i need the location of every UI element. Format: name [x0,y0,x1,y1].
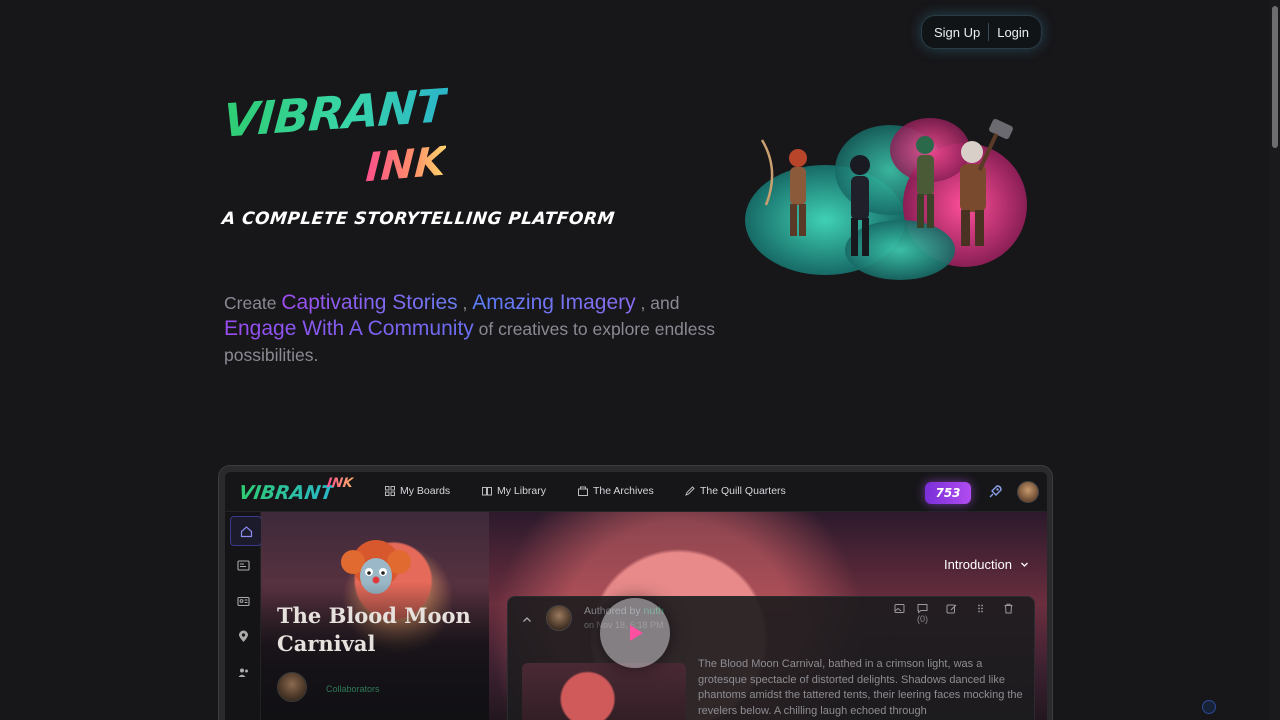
pen-icon [685,486,695,496]
comment-count: (0) [917,614,928,624]
sidebar-item-people[interactable] [231,660,255,684]
edit-icon [946,604,957,614]
drag-handle-icon [978,604,983,613]
story-title: The Blood Moon Carnival [277,603,471,656]
video-play-button[interactable] [600,598,670,668]
post-image-thumbnail[interactable] [522,663,686,720]
highlight-captivating-stories: Captivating Stories [281,291,458,314]
sidebar-item-characters[interactable] [231,589,255,613]
app-logo-word-vibrant: VIBRANT [237,482,335,504]
nav-the-archives-label: The Archives [593,485,654,497]
collaborators-label: Collaborators [326,684,380,694]
hero-description: Create Captivating Stories , Amazing Ima… [224,290,724,368]
desc-text-1: Create [224,293,282,313]
hero-tagline: A Complete Storytelling Platform [220,209,616,229]
chevron-up-icon[interactable] [522,615,532,625]
app-preview-content: VIBRANT INK My Boards My Library The Arc… [225,472,1047,720]
help-badge-icon[interactable] [1202,700,1216,714]
app-logo[interactable]: VIBRANT INK [237,476,359,506]
scrollbar-thumb[interactable] [1272,6,1278,148]
section-dropdown[interactable]: Introduction [944,557,1029,572]
landing-page: Sign Up Login VIBRANT INK A Complete Sto… [0,0,1280,720]
boards-icon [236,559,250,571]
nav-the-quill-quarters[interactable]: The Quill Quarters [685,485,786,497]
image-tool[interactable] [894,603,905,614]
user-avatar[interactable] [1017,481,1039,503]
comment-tool[interactable]: (0) [917,603,928,624]
archive-icon [578,486,588,496]
users-icon [238,668,248,677]
login-button[interactable]: Login [989,25,1037,40]
nav-my-library-label: My Library [497,485,547,497]
sidebar-item-boards[interactable] [231,553,255,577]
page-scrollbar[interactable] [1270,0,1280,720]
home-icon [240,525,252,537]
logo-word-vibrant: VIBRANT [221,78,449,148]
id-card-icon [236,596,250,606]
section-dropdown-label: Introduction [944,557,1012,572]
hero-characters-illustration [745,118,1027,280]
story-card[interactable]: The Blood Moon Carnival Collaborators [261,512,489,720]
book-icon [482,487,492,496]
desc-text-2: , [457,293,473,313]
hero-logo: VIBRANT INK [221,78,454,198]
chevron-down-icon [1020,562,1028,567]
rocket-icon[interactable] [987,484,1003,500]
sidebar-item-locations[interactable] [231,624,255,648]
collaborator-avatar[interactable] [277,672,307,702]
story-scene: Introduction Authored by nuth on Nov 18,… [489,512,1047,720]
app-sidebar [225,512,262,720]
post-author-avatar[interactable] [546,605,572,631]
delete-tool[interactable] [1003,603,1014,614]
post-body: The Blood Moon Carnival, bathed in a cri… [698,658,1023,717]
story-post: Authored by nuth on Nov 18, 6:18 PM (0) [507,596,1035,720]
highlight-engage-community: Engage With A Community [224,317,474,340]
trash-icon [1004,603,1013,614]
nav-the-quill-quarters-label: The Quill Quarters [700,485,786,497]
sidebar-item-home[interactable] [230,516,262,546]
desc-text-3: , and [635,293,680,313]
highlight-amazing-imagery: Amazing Imagery [472,291,636,314]
auth-pill: Sign Up Login [921,15,1042,49]
sign-up-button[interactable]: Sign Up [926,25,988,40]
nav-my-library[interactable]: My Library [482,485,546,497]
app-top-nav: VIBRANT INK My Boards My Library The Arc… [225,472,1047,512]
edit-tool[interactable] [946,603,957,614]
play-icon [630,625,643,641]
nav-the-archives[interactable]: The Archives [578,485,654,497]
app-preview-window: VIBRANT INK My Boards My Library The Arc… [218,465,1053,720]
logo-word-ink: INK [364,138,447,192]
app-logo-word-ink: INK [325,476,354,491]
grid-icon [385,486,395,496]
comment-icon [917,604,928,614]
nav-my-boards[interactable]: My Boards [385,485,450,497]
map-pin-icon [238,630,248,642]
image-icon [894,604,905,613]
drag-handle[interactable] [975,603,986,614]
nav-my-boards-label: My Boards [400,485,451,497]
credits-badge[interactable]: 753 [925,482,971,504]
